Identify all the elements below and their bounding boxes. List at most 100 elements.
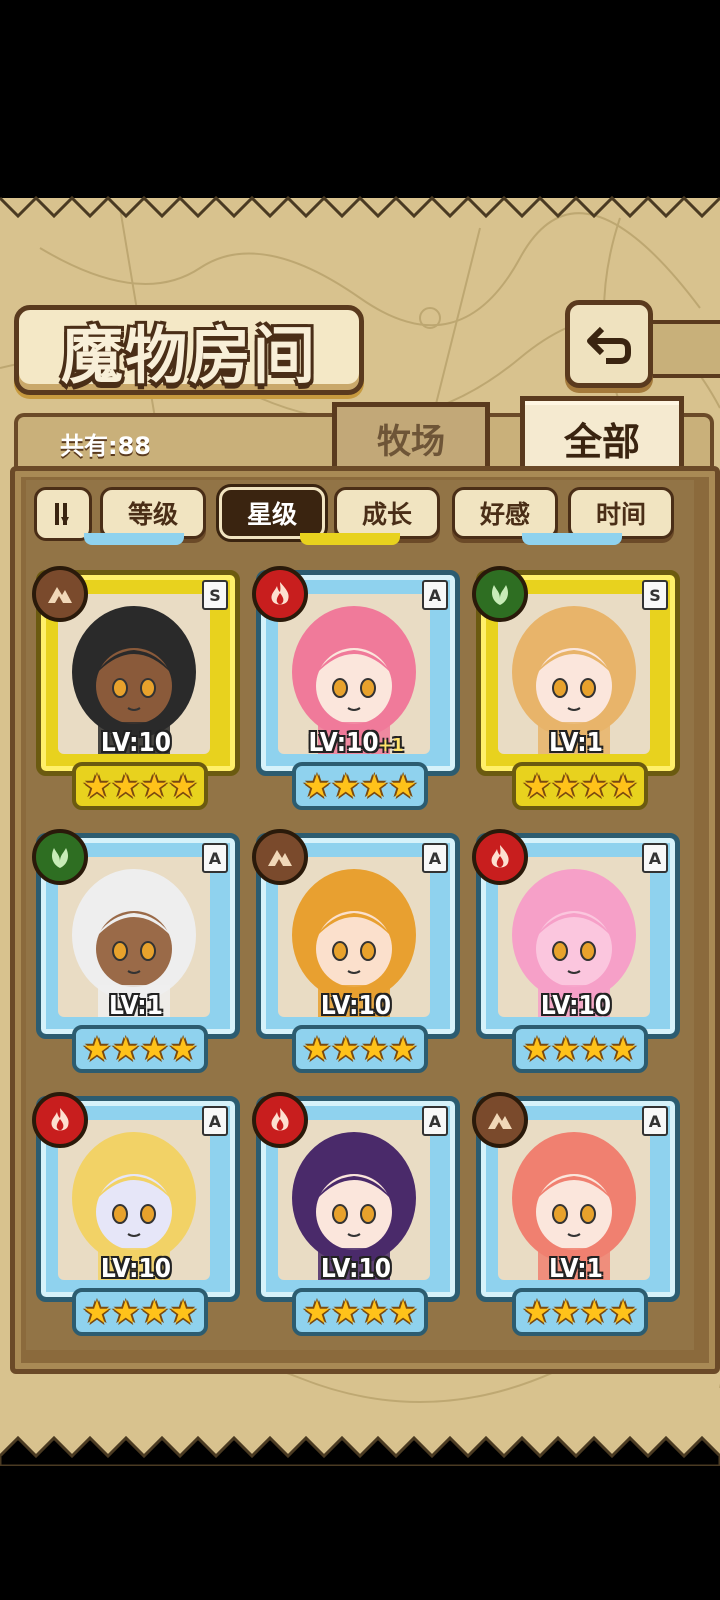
- monster-level: LV:10: [36, 1254, 236, 1284]
- star-icon: ★: [302, 1030, 332, 1068]
- star-icon: ★: [360, 1030, 389, 1068]
- monster-card[interactable]: A LV:10 ★ ★ ★ ★: [252, 829, 460, 1073]
- element-badge: [472, 566, 528, 622]
- star-icon: ★: [82, 1293, 112, 1331]
- star-icon: ★: [111, 767, 140, 805]
- monster-level: LV:10: [476, 991, 676, 1021]
- level-text: LV:1: [549, 1254, 603, 1284]
- rank-badge: S: [642, 580, 668, 610]
- level-text: LV:10: [320, 1254, 392, 1284]
- wood-element-icon: [52, 848, 68, 868]
- star-icon: ★: [388, 1293, 418, 1331]
- monster-level: LV:10: [256, 1254, 456, 1284]
- level-text: LV:10: [100, 1254, 172, 1284]
- sort-by-time-button[interactable]: 时间: [568, 487, 674, 539]
- star-icon: ★: [302, 767, 332, 805]
- previous-row-edge: [300, 533, 400, 545]
- rank-badge: A: [202, 1106, 228, 1136]
- level-text: LV:1: [109, 991, 163, 1021]
- star-icon: ★: [551, 767, 580, 805]
- element-badge: [252, 829, 308, 885]
- monster-level: LV:10: [36, 728, 236, 758]
- rank-badge: S: [202, 580, 228, 610]
- star-icon: ★: [580, 1293, 609, 1331]
- monster-card[interactable]: S LV:10 ★ ★ ★ ★: [32, 566, 240, 810]
- tab-ranch[interactable]: 牧场: [332, 402, 490, 469]
- star-icon: ★: [522, 1030, 552, 1068]
- sort-by-stars-button[interactable]: 星级: [219, 487, 325, 539]
- sort-order-icon: [55, 503, 69, 525]
- monster-level: LV:10+1: [256, 728, 456, 758]
- rank-badge: A: [422, 1106, 448, 1136]
- star-rating: ★ ★ ★ ★: [72, 1288, 208, 1336]
- element-badge: [252, 566, 308, 622]
- title-banner: 魔物房间: [14, 305, 364, 395]
- star-icon: ★: [331, 1293, 360, 1331]
- star-icon: ★: [388, 767, 418, 805]
- star-icon: ★: [140, 1030, 169, 1068]
- star-icon: ★: [168, 1293, 198, 1331]
- back-button[interactable]: [565, 300, 653, 388]
- sort-by-level-button[interactable]: 等级: [100, 487, 206, 539]
- monster-card[interactable]: A LV:1 ★ ★ ★ ★: [472, 1092, 680, 1336]
- star-rating: ★ ★ ★ ★: [292, 1025, 428, 1073]
- monster-card[interactable]: S LV:1 ★ ★ ★ ★: [472, 566, 680, 810]
- level-bonus: +1: [378, 735, 404, 756]
- rank-badge: A: [202, 843, 228, 873]
- monster-card[interactable]: A LV:10 ★ ★ ★ ★: [252, 1092, 460, 1336]
- star-rating: ★ ★ ★ ★: [512, 1288, 648, 1336]
- fire-element-icon: [51, 1108, 69, 1131]
- star-icon: ★: [388, 1030, 418, 1068]
- rank-badge: A: [642, 843, 668, 873]
- element-badge: [32, 566, 88, 622]
- monster-card[interactable]: A LV:10 ★ ★ ★ ★: [472, 829, 680, 1073]
- monster-level: LV:1: [36, 991, 236, 1021]
- star-icon: ★: [608, 1030, 638, 1068]
- star-icon: ★: [580, 1030, 609, 1068]
- monster-count: 共有:88: [60, 432, 151, 460]
- star-rating: ★ ★ ★ ★: [512, 762, 648, 810]
- torn-edge-bottom: [0, 1436, 720, 1466]
- star-icon: ★: [551, 1293, 580, 1331]
- level-text: LV:10: [308, 728, 379, 758]
- fire-element-icon: [271, 1108, 289, 1131]
- rank-badge: A: [422, 843, 448, 873]
- element-badge: [32, 1092, 88, 1148]
- previous-row-edge: [522, 533, 622, 545]
- back-arrow-icon: [587, 326, 631, 364]
- wood-element-icon: [492, 585, 508, 605]
- star-icon: ★: [140, 767, 169, 805]
- tab-all[interactable]: 全部: [520, 396, 684, 475]
- sort-by-affection-button[interactable]: 好感: [452, 487, 558, 539]
- star-rating: ★ ★ ★ ★: [72, 1025, 208, 1073]
- level-text: LV:10: [320, 991, 392, 1021]
- earth-element-icon: [48, 587, 72, 603]
- fire-element-icon: [491, 845, 509, 868]
- torn-edge-top: [0, 188, 720, 218]
- element-badge: [32, 829, 88, 885]
- sort-by-growth-button[interactable]: 成长: [334, 487, 440, 539]
- star-icon: ★: [111, 1030, 140, 1068]
- star-icon: ★: [360, 767, 389, 805]
- star-icon: ★: [522, 767, 552, 805]
- level-text: LV:10: [540, 991, 612, 1021]
- monster-card[interactable]: A LV:10+1 ★ ★ ★ ★: [252, 566, 460, 810]
- star-icon: ★: [331, 1030, 360, 1068]
- star-icon: ★: [111, 1293, 140, 1331]
- rank-badge: A: [642, 1106, 668, 1136]
- level-text: LV:10: [100, 728, 172, 758]
- element-badge: [472, 829, 528, 885]
- star-icon: ★: [302, 1293, 332, 1331]
- star-icon: ★: [580, 767, 609, 805]
- earth-element-icon: [488, 1113, 512, 1129]
- monster-card[interactable]: A LV:10 ★ ★ ★ ★: [32, 1092, 240, 1336]
- star-rating: ★ ★ ★ ★: [72, 762, 208, 810]
- monster-card[interactable]: A LV:1 ★ ★ ★ ★: [32, 829, 240, 1073]
- star-icon: ★: [140, 1293, 169, 1331]
- rank-badge: A: [422, 580, 448, 610]
- star-icon: ★: [82, 1030, 112, 1068]
- level-text: LV:1: [549, 728, 603, 758]
- star-icon: ★: [608, 767, 638, 805]
- monster-level: LV:1: [476, 1254, 676, 1284]
- element-badge: [472, 1092, 528, 1148]
